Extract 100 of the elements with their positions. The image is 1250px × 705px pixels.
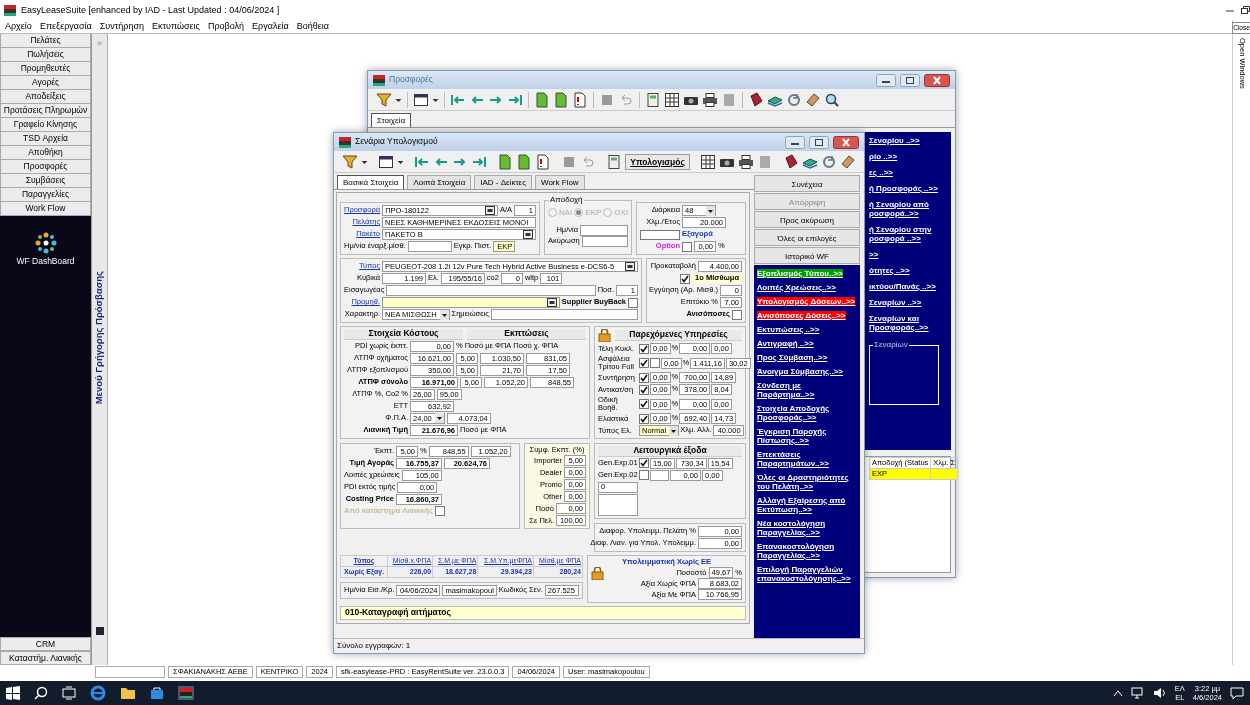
action-link[interactable]: ή Σεναρίου από ροσφορά..>> xyxy=(869,200,948,218)
minimize-icon[interactable] xyxy=(785,135,805,149)
speaker-icon[interactable] xyxy=(1152,687,1167,699)
sidebar-item[interactable]: CRM xyxy=(0,637,91,651)
sidebar-item[interactable]: Αποδείξεις xyxy=(0,90,91,104)
input-field[interactable] xyxy=(581,236,628,247)
document-icon[interactable] xyxy=(516,153,533,170)
input-field[interactable] xyxy=(490,309,638,320)
sync-icon[interactable] xyxy=(821,153,837,170)
action-link[interactable]: Ανισόποσες Δόσεις..>> xyxy=(757,311,846,320)
app-logo-icon[interactable] xyxy=(178,686,194,700)
action-link[interactable]: Σεναρίων ..>> xyxy=(869,298,948,307)
action-link[interactable]: Άνοιγμα Σύμβασης..>> xyxy=(757,367,843,376)
checkbox[interactable] xyxy=(434,506,445,517)
checkbox[interactable] xyxy=(639,413,649,424)
sidebar-item[interactable]: Πελάτες xyxy=(0,34,91,48)
spreadsheet-icon[interactable] xyxy=(664,91,680,108)
quick-menu-label[interactable]: Μενού Γρήγορης Πρόσβασης xyxy=(94,271,105,405)
sidebar-item[interactable]: Αγορές xyxy=(0,76,91,90)
eraser-icon[interactable] xyxy=(840,153,856,170)
checkbox[interactable] xyxy=(640,229,680,240)
input-field[interactable] xyxy=(407,241,452,252)
checkbox[interactable] xyxy=(639,343,649,354)
sidebar-item[interactable]: TSD Αρχεία xyxy=(0,132,91,146)
book-icon[interactable] xyxy=(783,153,799,170)
sidebar-item[interactable]: Πωλήσεις xyxy=(0,48,91,62)
action-link[interactable]: ότητες ..>> xyxy=(869,266,948,275)
action-button[interactable]: Προς ακύρωση xyxy=(754,211,860,228)
magnifier-icon[interactable] xyxy=(824,91,840,108)
action-link[interactable]: Σεναρίων και Προσφοράς..>> xyxy=(869,314,948,332)
menu-item[interactable]: Επεξεργασία xyxy=(39,21,92,32)
caret-icon[interactable] xyxy=(439,309,449,320)
action-link[interactable]: ες ..>> xyxy=(869,168,948,177)
sidebar-item[interactable]: Προτάσεις Πληρωμών xyxy=(0,104,91,118)
sidebar-item[interactable]: Γραφείο Κίνησης xyxy=(0,118,91,132)
checkbox[interactable] xyxy=(639,470,649,481)
action-link[interactable]: Αλλαγή Εξαίρεσης από Εκτύπωση..>> xyxy=(757,496,857,514)
search-icon[interactable] xyxy=(34,686,48,700)
calculate-button[interactable]: Υπολογισμός xyxy=(625,153,690,170)
sidebar-item[interactable]: Αποθήκη xyxy=(0,146,91,160)
menu-item[interactable]: Προβολή xyxy=(207,21,245,32)
calculator-icon[interactable] xyxy=(645,91,661,108)
lookup-field[interactable] xyxy=(382,297,560,308)
padlock-icon[interactable] xyxy=(598,329,611,342)
tab[interactable]: Στοιχεία xyxy=(371,113,411,127)
checkbox[interactable] xyxy=(732,309,742,320)
filter-icon[interactable] xyxy=(342,153,358,170)
sidebar-item[interactable]: Work Flow xyxy=(0,202,91,216)
caret-icon[interactable] xyxy=(706,205,715,216)
checkbox[interactable] xyxy=(639,384,649,395)
window-icon[interactable] xyxy=(378,153,395,170)
action-link[interactable]: Προς Σύμβαση..>> xyxy=(757,353,828,362)
action-button[interactable]: Συνέχεια xyxy=(754,175,860,192)
menu-item[interactable]: Εκτυπώσεις xyxy=(151,21,200,32)
tab[interactable]: Work Flow xyxy=(535,175,585,189)
caret-icon[interactable] xyxy=(669,425,679,436)
document-icon[interactable] xyxy=(497,153,514,170)
text-area[interactable] xyxy=(598,493,638,516)
minimize-icon[interactable] xyxy=(876,73,896,87)
action-link[interactable]: Υπολογισμός Δόσεων..>> xyxy=(757,297,856,306)
task-view-icon[interactable] xyxy=(62,686,76,700)
tab[interactable]: IAD - Δείκτες xyxy=(474,175,532,189)
checkbox[interactable] xyxy=(639,458,649,469)
checkbox[interactable] xyxy=(639,399,649,409)
restore-icon[interactable] xyxy=(1240,5,1250,15)
checkbox[interactable] xyxy=(650,358,660,368)
action-link[interactable]: ή Σεναρίου στην ροσφορά ..>> xyxy=(869,225,948,243)
document-icon[interactable] xyxy=(535,153,552,170)
action-link[interactable]: Όλες οι Δραστηριότητες του Πελάτη..>> xyxy=(757,473,857,491)
folder-icon[interactable] xyxy=(120,686,136,700)
action-link[interactable]: Επεκτάσεις Παραρτημάτων..>> xyxy=(757,450,857,468)
action-link[interactable]: >> xyxy=(869,250,948,259)
printer-icon[interactable] xyxy=(702,91,718,108)
close-icon[interactable] xyxy=(924,73,950,87)
menu-item[interactable]: Βοήθεια xyxy=(296,21,329,32)
action-link[interactable]: ή Προσφοράς ..>> xyxy=(869,184,948,193)
action-link[interactable]: Αντιγραφή ..>> xyxy=(757,339,814,348)
checkbox[interactable] xyxy=(639,358,649,368)
caret-icon[interactable] xyxy=(434,413,444,424)
lookup-icon[interactable] xyxy=(484,206,495,215)
tab[interactable]: Βασικά Στοιχεία xyxy=(337,175,405,189)
printer-icon[interactable] xyxy=(737,153,754,170)
window-icon[interactable] xyxy=(413,91,429,108)
sidebar-item[interactable]: Παραγγελίες xyxy=(0,188,91,202)
action-link[interactable]: Έγκριση Παροχής Πίστωσης..>> xyxy=(757,427,857,445)
lookup-icon[interactable] xyxy=(523,230,533,239)
shopping-bag-icon[interactable] xyxy=(150,686,164,700)
input-field[interactable] xyxy=(650,469,669,481)
action-link[interactable]: Εκτυπώσεις ..>> xyxy=(757,325,820,334)
action-link[interactable]: Νέα κοστολόγηση Παραγγελίας..>> xyxy=(757,519,857,537)
document-icon[interactable] xyxy=(534,91,550,108)
lookup-icon[interactable] xyxy=(625,262,635,271)
sync-icon[interactable] xyxy=(786,91,802,108)
action-link[interactable]: Σύνδεση με Παράρτημα..>> xyxy=(757,381,857,399)
action-link[interactable]: Λοιπές Χρεώσεις..>> xyxy=(757,283,836,292)
action-link[interactable]: ικτύου/Πανάς ..>> xyxy=(869,282,948,291)
tab[interactable]: Λοιπά Στοιχεία xyxy=(407,175,472,189)
spreadsheet-icon[interactable] xyxy=(699,153,716,170)
action-link[interactable]: Στοιχεία Αποδοχής Προσφοράς..>> xyxy=(757,404,857,422)
action-button[interactable]: Όλες οι επιλογές xyxy=(754,229,860,246)
